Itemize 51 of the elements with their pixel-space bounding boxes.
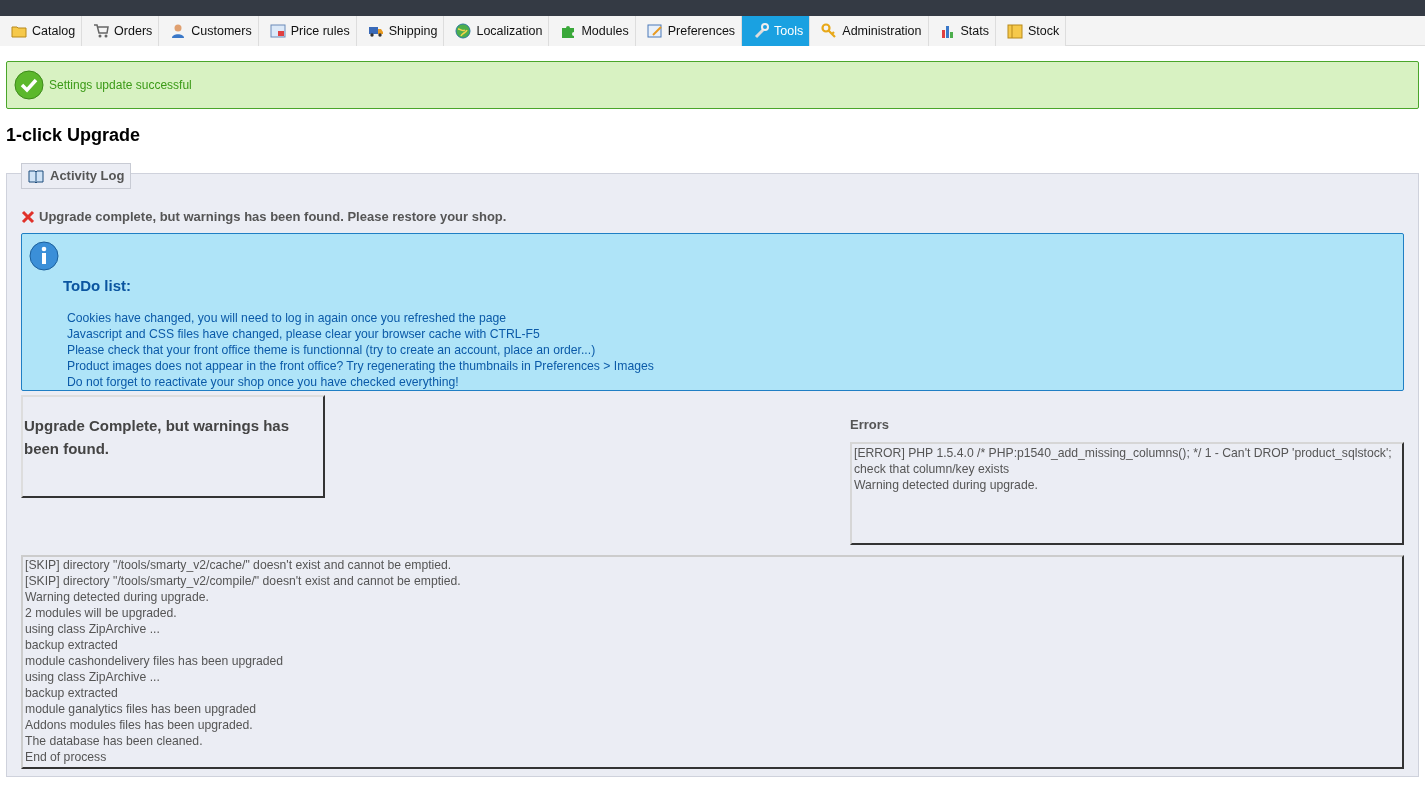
todo-item: Please check that your front office theme is functionnal (try to create an account, place an order...) (67, 342, 597, 358)
success-message: Settings update successful (49, 77, 192, 94)
status-message: Upgrade complete, but warnings has been found. Please restore your shop. (39, 208, 507, 226)
nav-tab[interactable]: Price rules (258, 16, 357, 46)
key-icon (821, 23, 838, 39)
todo-item: Product images does not appear in the front office? Try regenerating the thumbnails in Preferences > Images (67, 358, 655, 374)
folder-icon (11, 23, 27, 39)
nav-tab[interactable]: Modules (549, 16, 636, 46)
puzzle-icon (560, 23, 577, 39)
log-line: Warning detected during upgrade. (25, 589, 210, 605)
bar-chart-icon (939, 23, 956, 39)
log-line: The database has been cleaned. (25, 733, 204, 749)
cross-icon (21, 209, 35, 224)
todo-item: Javascript and CSS files have changed, please clear your browser cache with CTRL-F5 (67, 326, 541, 342)
nav-tab[interactable]: Catalog (0, 16, 83, 46)
todo-item: Do not forget to reactivate your shop once you have checked everything! (67, 374, 460, 390)
globe-icon (455, 23, 472, 39)
nav-tab[interactable]: Localization (444, 16, 550, 46)
log-line: module ganalytics files has been upgraded (25, 701, 258, 717)
person-icon (170, 23, 187, 39)
nav-tab[interactable]: Orders (82, 16, 160, 46)
log-line: [SKIP] directory "/tools/smarty_v2/cache/" doesn't exist and cannot be emptied. (25, 557, 453, 573)
error-line: Warning detected during upgrade. (854, 477, 1039, 493)
result-message: Upgrade Complete, but warnings has been found. (21, 394, 325, 498)
log-line: 2 modules will be upgraded. (25, 605, 178, 621)
cart-icon (93, 23, 110, 39)
nav-tab[interactable]: Stock (996, 16, 1067, 46)
todo-title: ToDo list: (63, 275, 133, 296)
check-icon (14, 70, 44, 100)
nav-tab[interactable]: Stats (928, 16, 996, 46)
todo-item: Cookies have changed, you will need to log in again once you refreshed the page (67, 310, 508, 326)
nav-tab[interactable]: Shipping (356, 16, 445, 46)
log-line: using class ZipArchive ... (25, 669, 161, 685)
log-line: End of process (25, 749, 108, 765)
nav-tab[interactable]: Preferences (635, 16, 743, 46)
nav-tab[interactable]: Administration (810, 16, 929, 46)
log-line: module cashondelivery files has been upgraded (25, 653, 285, 669)
legend-text: Activity Log (50, 167, 125, 185)
log-line: backup extracted (25, 637, 119, 653)
form-icon (646, 23, 663, 39)
box-icon (1007, 23, 1023, 39)
error-line: [ERROR] PHP 1.5.4.0 /* PHP:p1540_add_missing_columns(); */ 1 - Can't DROP 'product_sqlstock'; check that column/key exists (854, 445, 1393, 477)
page-title: 1-click Upgrade (6, 124, 142, 147)
log-line: Addons modules files has been upgraded. (25, 717, 254, 733)
info-icon (29, 240, 59, 271)
log-line: using class ZipArchive ... (25, 621, 161, 637)
book-icon (28, 168, 44, 183)
errors-title: Errors (850, 415, 891, 434)
log-line: [SKIP] directory "/tools/smarty_v2/compile/" doesn't exist and cannot be emptied. (25, 573, 462, 589)
log-line: backup extracted (25, 685, 119, 701)
nav-tab[interactable]: Customers (159, 16, 259, 46)
